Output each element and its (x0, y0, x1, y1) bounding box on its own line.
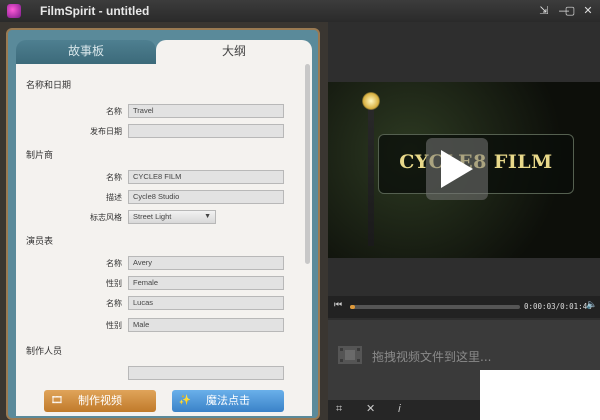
staff-field[interactable] (128, 366, 284, 380)
cast-gender-field[interactable]: Male (128, 318, 284, 332)
restore-icon[interactable]: ⇲ (536, 3, 552, 19)
app-logo-icon (7, 4, 21, 18)
film-icon: 🎞 (50, 395, 64, 406)
progress-bar[interactable] (350, 305, 520, 309)
cast-name-field[interactable]: Lucas (128, 296, 284, 310)
cast-gender-field[interactable]: Female (128, 276, 284, 290)
logo-style-value: Street Light (133, 212, 172, 221)
producer-desc-field[interactable]: Cycle8 Studio (128, 190, 284, 204)
info-icon[interactable]: 𝑖 (398, 402, 401, 416)
close-button[interactable]: ✕ (580, 3, 596, 19)
magic-click-label: 魔法点击 (206, 394, 250, 407)
video-preview[interactable]: CYCLE8 FILM (328, 82, 600, 258)
cast-gender-label: 性别 (106, 321, 122, 330)
release-date-field[interactable] (128, 124, 284, 138)
drop-hint: 拖拽视频文件到这里... (372, 350, 492, 364)
name-field[interactable]: Travel (128, 104, 284, 118)
section-name-date: 名称和日期 (26, 81, 72, 91)
make-video-label: 制作视频 (78, 394, 122, 407)
magic-click-button[interactable]: ✨ 魔法点击 (172, 390, 284, 412)
crop-icon[interactable]: ⌗ (336, 402, 342, 416)
title-bar: FilmSpirit - untitled ⇲ — ▢ ✕ (0, 0, 600, 22)
cast-name-label: 名称 (106, 299, 122, 308)
producer-name-label: 名称 (106, 173, 122, 182)
name-label: 名称 (106, 107, 122, 116)
playback-controls: ⏮ 0:00:03/0:01:46 🔈 (328, 296, 600, 318)
chevron-down-icon: ▼ (204, 213, 211, 220)
magic-wand-icon: ✨ (178, 395, 192, 406)
form-scrollbar[interactable] (305, 64, 310, 264)
action-bar: 🎞 制作视频 ✨ 魔法点击 (16, 386, 312, 416)
window-title: FilmSpirit - untitled (40, 4, 150, 18)
left-panel: 故事板 大纲 名称和日期 名称 Travel 发布日期 制片商 名称 CYCLE… (0, 22, 328, 420)
section-producer: 制片商 (26, 151, 54, 161)
make-video-button[interactable]: 🎞 制作视频 (44, 390, 156, 412)
producer-name-field[interactable]: CYCLE8 FILM (128, 170, 284, 184)
tab-bar: 故事板 大纲 (16, 38, 312, 64)
cast-name-label: 名称 (106, 259, 122, 268)
delete-icon[interactable]: ✕ (366, 402, 375, 415)
outline-frame: 故事板 大纲 名称和日期 名称 Travel 发布日期 制片商 名称 CYCLE… (6, 28, 320, 420)
play-button[interactable] (426, 138, 488, 200)
film-strip-icon (338, 346, 362, 364)
outline-form: 名称和日期 名称 Travel 发布日期 制片商 名称 CYCLE8 FILM … (16, 64, 312, 386)
skip-back-icon[interactable]: ⏮ (334, 300, 342, 310)
tab-outline[interactable]: 大纲 (156, 40, 312, 64)
maximize-button[interactable]: ▢ (562, 3, 578, 19)
tab-storyboard[interactable]: 故事板 (16, 40, 156, 64)
logo-style-label: 标志风格 (90, 213, 122, 222)
logo-style-select[interactable]: Street Light ▼ (128, 210, 216, 224)
release-date-label: 发布日期 (90, 127, 122, 136)
overlay-blank (480, 370, 600, 420)
play-icon (441, 150, 473, 188)
section-staff: 制作人员 (26, 347, 63, 357)
progress-fill (350, 305, 356, 309)
street-light-icon (362, 92, 380, 110)
cast-name-field[interactable]: Avery (128, 256, 284, 270)
volume-icon[interactable]: 🔈 (586, 300, 597, 310)
cast-gender-label: 性别 (106, 279, 122, 288)
time-display: 0:00:03/0:01:46 (524, 302, 592, 311)
section-cast: 演员表 (26, 237, 54, 247)
right-panel: CYCLE8 FILM ⏮ 0:00:03/0:01:46 🔈 拖拽视频文件到这… (328, 22, 600, 420)
lamp-post (368, 96, 374, 246)
producer-desc-label: 描述 (106, 193, 122, 202)
